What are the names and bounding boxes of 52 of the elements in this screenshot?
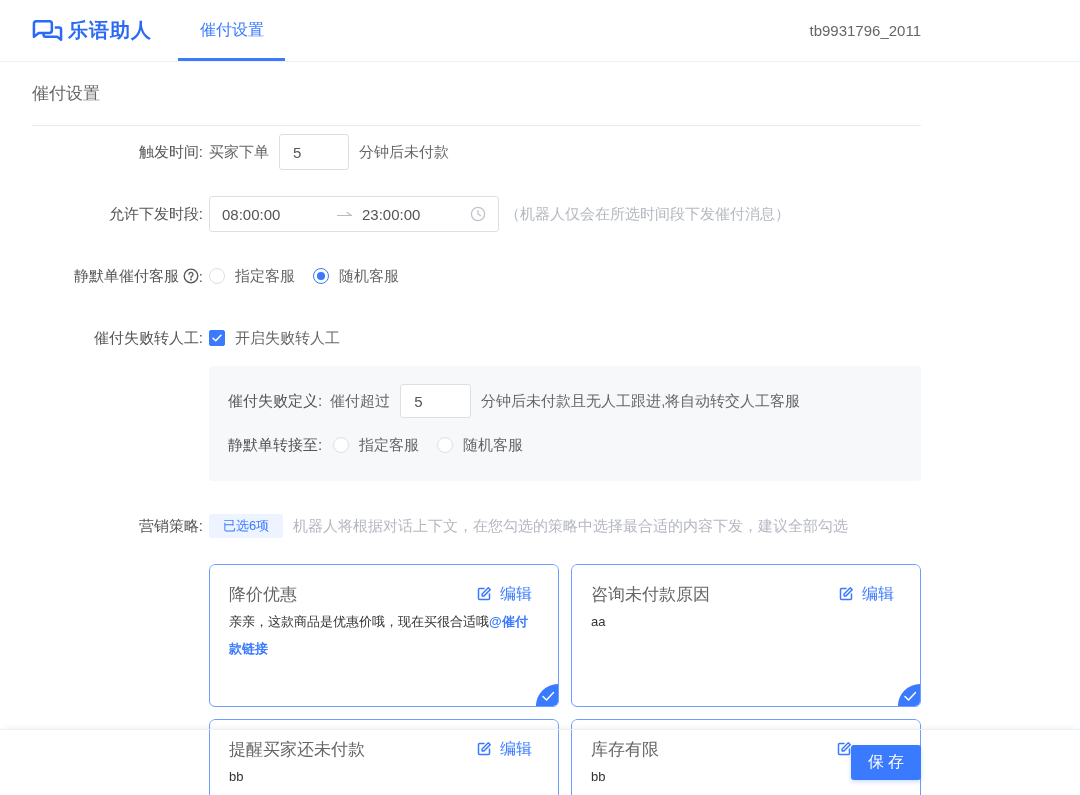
field-label: 允许下发时段:: [107, 203, 203, 224]
username: tb9931796_2011: [809, 22, 921, 39]
card-title: 降价优惠: [229, 583, 297, 606]
field-label: 催付失败定义:: [228, 391, 323, 411]
card-text: bb: [229, 768, 245, 786]
checkbox-icon[interactable]: [209, 330, 225, 346]
checkbox-option[interactable]: 开启失败转人工: [209, 328, 340, 348]
edit-link[interactable]: 编辑: [838, 583, 894, 605]
strategy-card[interactable]: 降价优惠 编辑 亲亲，这款商品是优惠价哦，现在买很合适哦@催付款链接: [209, 564, 559, 707]
field-label: 静默单转接至:: [228, 435, 323, 455]
check-corner-icon: [536, 684, 558, 706]
field-text: 分钟后未付款且无人工跟进,将自动转交人工客服: [481, 391, 801, 411]
card-text: 亲亲，这款商品是优惠价哦，现在买很合适哦@催付款链接: [229, 613, 529, 658]
card-title: 提醒买家还未付款: [229, 738, 365, 761]
radio-icon[interactable]: [313, 268, 329, 284]
hint-text: 机器人将根据对话上下文，在您勾选的策略中选择最合适的内容下发，建议全部勾选: [293, 516, 849, 536]
card-title: 库存有限: [591, 738, 659, 761]
card-text: aa: [591, 613, 607, 631]
field-label: 营销策略:: [137, 515, 203, 536]
edit-icon: [476, 741, 492, 757]
edit-icon: [838, 586, 854, 602]
field-text: 催付超过: [330, 391, 391, 411]
number-input[interactable]: 5: [279, 134, 349, 170]
edit-icon: [476, 586, 492, 602]
check-corner-icon: [898, 684, 920, 706]
field-text: 买家下单: [209, 142, 269, 162]
nav-tab[interactable]: 催付设置: [178, 0, 285, 61]
card-title: 咨询未付款原因: [591, 583, 710, 606]
field-label: 静默单催付客服: [73, 266, 179, 286]
field-label: 触发时间:: [137, 141, 203, 162]
card-text: bb: [591, 768, 607, 786]
chat-bubbles-icon: [32, 19, 63, 42]
edit-link[interactable]: 编辑: [476, 738, 532, 760]
radio-option[interactable]: 随机客服: [313, 266, 399, 286]
field-text: 分钟后未付款: [359, 142, 449, 162]
number-input[interactable]: 5: [400, 384, 472, 418]
logo-text: 乐语助人: [68, 18, 152, 43]
clock-icon: [470, 206, 486, 222]
arrow-icon: [337, 210, 352, 218]
field-label: 催付失败转人工:: [92, 327, 203, 348]
radio-option[interactable]: 指定客服: [333, 435, 420, 455]
section-title: 催付设置: [32, 62, 921, 126]
hint-text: （机器人仅会在所选时间段下发催付消息）: [505, 204, 790, 224]
edit-link[interactable]: 编辑: [476, 583, 532, 605]
radio-option[interactable]: 指定客服: [209, 266, 295, 286]
radio-option[interactable]: 随机客服: [437, 435, 524, 455]
selected-count-tag: 已选6项: [209, 514, 284, 538]
label-colon: :: [198, 267, 203, 285]
time-range-picker[interactable]: 08:00:00 23:00:00: [209, 196, 499, 232]
strategy-card[interactable]: 咨询未付款原因 编辑 aa: [571, 564, 921, 707]
save-button[interactable]: 保存: [851, 745, 921, 780]
edit-icon: [836, 741, 852, 757]
